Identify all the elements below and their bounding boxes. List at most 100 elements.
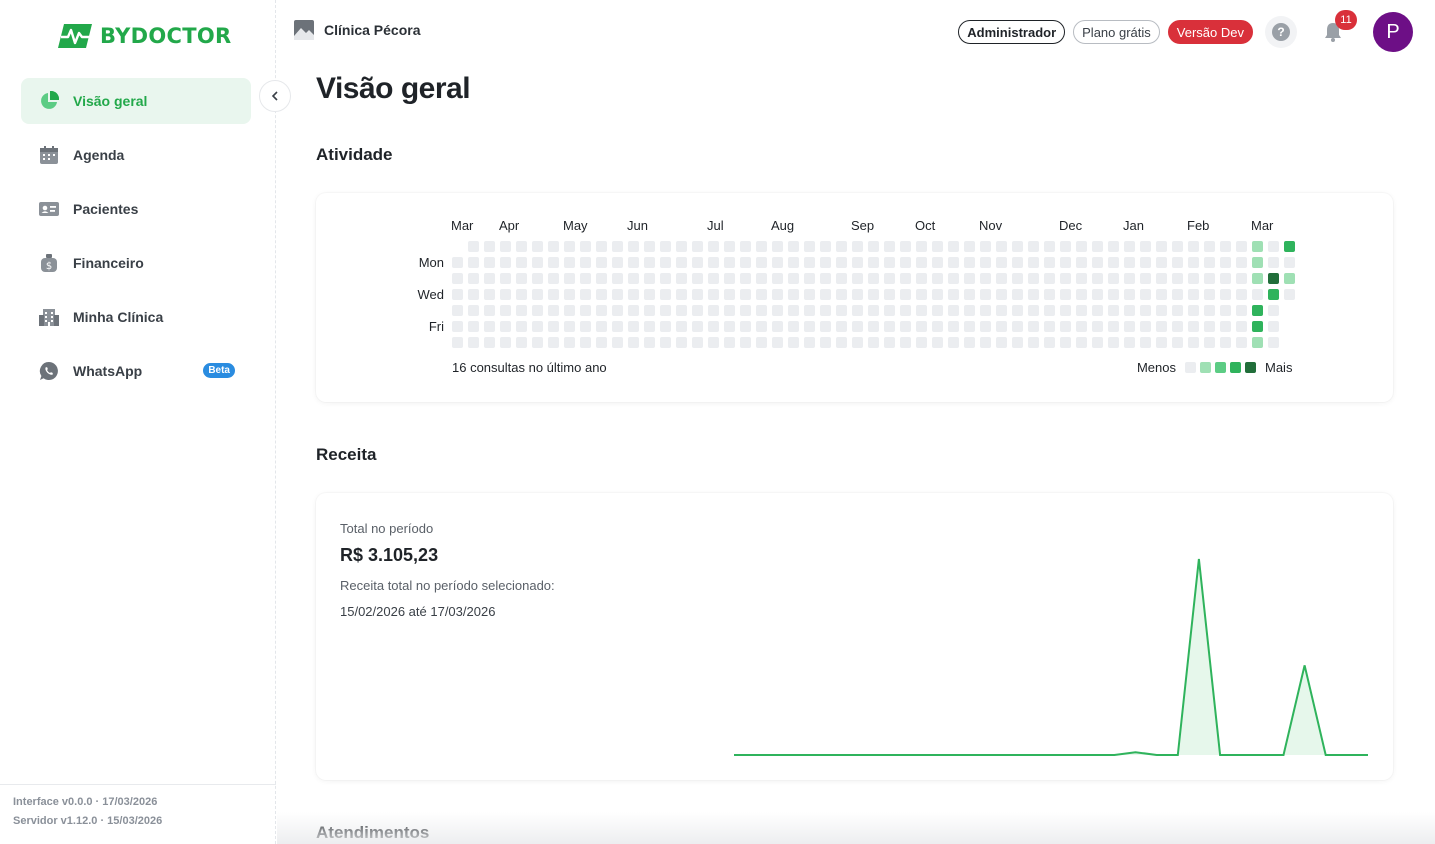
heatmap-cell[interactable]	[1092, 321, 1103, 332]
heatmap-cell[interactable]	[500, 257, 511, 268]
heatmap-cell[interactable]	[676, 337, 687, 348]
heatmap-cell[interactable]	[484, 257, 495, 268]
heatmap-cell[interactable]	[980, 337, 991, 348]
heatmap-cell[interactable]	[852, 257, 863, 268]
heatmap-cell[interactable]	[788, 273, 799, 284]
heatmap-cell[interactable]	[948, 289, 959, 300]
heatmap-cell[interactable]	[1156, 273, 1167, 284]
heatmap-cell[interactable]	[580, 337, 591, 348]
heatmap-cell[interactable]	[916, 337, 927, 348]
heatmap-cell[interactable]	[708, 305, 719, 316]
heatmap-cell[interactable]	[740, 241, 751, 252]
heatmap-cell[interactable]	[916, 305, 927, 316]
heatmap-cell[interactable]	[1124, 273, 1135, 284]
heatmap-cell[interactable]	[996, 241, 1007, 252]
heatmap-cell[interactable]	[1028, 337, 1039, 348]
heatmap-cell[interactable]	[1188, 321, 1199, 332]
heatmap-cell[interactable]	[676, 241, 687, 252]
heatmap-cell[interactable]	[596, 273, 607, 284]
heatmap-cell[interactable]	[724, 305, 735, 316]
heatmap-cell[interactable]	[772, 257, 783, 268]
heatmap-cell[interactable]	[996, 337, 1007, 348]
sidebar-item-visao-geral[interactable]: Visão geral	[21, 78, 251, 124]
heatmap-cell[interactable]	[1012, 257, 1023, 268]
heatmap-cell[interactable]	[900, 273, 911, 284]
heatmap-cell[interactable]	[900, 289, 911, 300]
heatmap-cell[interactable]	[948, 305, 959, 316]
heatmap-cell[interactable]	[660, 337, 671, 348]
heatmap-cell[interactable]	[836, 305, 847, 316]
heatmap-cell[interactable]	[884, 241, 895, 252]
heatmap-cell[interactable]	[564, 305, 575, 316]
heatmap-cell[interactable]	[1108, 273, 1119, 284]
heatmap-cell[interactable]	[628, 273, 639, 284]
clinic-selector[interactable]: Clínica Pécora	[294, 20, 421, 40]
heatmap-cell[interactable]	[1156, 321, 1167, 332]
heatmap-cell[interactable]	[1172, 257, 1183, 268]
heatmap-cell[interactable]	[868, 305, 879, 316]
heatmap-cell[interactable]	[836, 257, 847, 268]
heatmap-cell[interactable]	[1076, 321, 1087, 332]
heatmap-cell[interactable]	[836, 321, 847, 332]
heatmap-cell[interactable]	[1092, 273, 1103, 284]
heatmap-cell[interactable]	[580, 305, 591, 316]
heatmap-cell[interactable]	[1124, 289, 1135, 300]
heatmap-cell[interactable]	[1044, 289, 1055, 300]
heatmap-cell[interactable]	[1012, 241, 1023, 252]
heatmap-cell[interactable]	[628, 289, 639, 300]
heatmap-cell[interactable]	[1284, 289, 1295, 300]
heatmap-cell[interactable]	[772, 321, 783, 332]
heatmap-cell[interactable]	[868, 289, 879, 300]
heatmap-cell[interactable]	[644, 305, 655, 316]
heatmap-cell[interactable]	[1220, 305, 1231, 316]
heatmap-cell[interactable]	[804, 321, 815, 332]
heatmap-cell[interactable]	[628, 321, 639, 332]
heatmap-cell[interactable]	[692, 289, 703, 300]
heatmap-cell[interactable]	[548, 257, 559, 268]
heatmap-cell[interactable]	[676, 305, 687, 316]
heatmap-cell[interactable]	[852, 289, 863, 300]
heatmap-cell[interactable]	[740, 321, 751, 332]
heatmap-cell[interactable]	[660, 241, 671, 252]
heatmap-cell[interactable]	[1156, 305, 1167, 316]
heatmap-cell[interactable]	[564, 337, 575, 348]
heatmap-cell[interactable]	[564, 273, 575, 284]
heatmap-cell[interactable]	[548, 321, 559, 332]
heatmap-cell[interactable]	[996, 321, 1007, 332]
heatmap-cell[interactable]	[516, 321, 527, 332]
heatmap-cell[interactable]	[884, 273, 895, 284]
heatmap-cell[interactable]	[1156, 289, 1167, 300]
heatmap-cell[interactable]	[1124, 241, 1135, 252]
heatmap-cell[interactable]	[612, 241, 623, 252]
heatmap-cell[interactable]	[628, 305, 639, 316]
heatmap-cell[interactable]	[756, 337, 767, 348]
heatmap-cell[interactable]	[644, 289, 655, 300]
heatmap-cell[interactable]	[772, 273, 783, 284]
heatmap-cell[interactable]	[1188, 305, 1199, 316]
help-button[interactable]: ?	[1265, 16, 1297, 48]
heatmap-cell[interactable]	[980, 273, 991, 284]
heatmap-cell[interactable]	[932, 273, 943, 284]
heatmap-cell[interactable]	[900, 321, 911, 332]
heatmap-cell[interactable]	[1012, 273, 1023, 284]
heatmap-cell[interactable]	[1076, 241, 1087, 252]
heatmap-cell[interactable]	[468, 241, 479, 252]
heatmap-cell[interactable]	[468, 257, 479, 268]
heatmap-cell[interactable]	[612, 337, 623, 348]
heatmap-cell[interactable]	[516, 257, 527, 268]
heatmap-cell[interactable]	[612, 289, 623, 300]
heatmap-cell[interactable]	[788, 305, 799, 316]
heatmap-cell[interactable]	[788, 289, 799, 300]
heatmap-cell[interactable]	[484, 337, 495, 348]
heatmap-cell[interactable]	[1156, 257, 1167, 268]
heatmap-cell[interactable]	[548, 241, 559, 252]
heatmap-cell[interactable]	[1092, 305, 1103, 316]
heatmap-cell[interactable]	[676, 321, 687, 332]
heatmap-cell[interactable]	[932, 321, 943, 332]
heatmap-cell[interactable]	[564, 289, 575, 300]
heatmap-cell[interactable]	[1092, 257, 1103, 268]
sidebar-item-minha-clinica[interactable]: Minha Clínica	[21, 294, 251, 340]
heatmap-cell[interactable]	[1044, 321, 1055, 332]
heatmap-cell[interactable]	[820, 305, 831, 316]
heatmap-cell[interactable]	[1204, 337, 1215, 348]
